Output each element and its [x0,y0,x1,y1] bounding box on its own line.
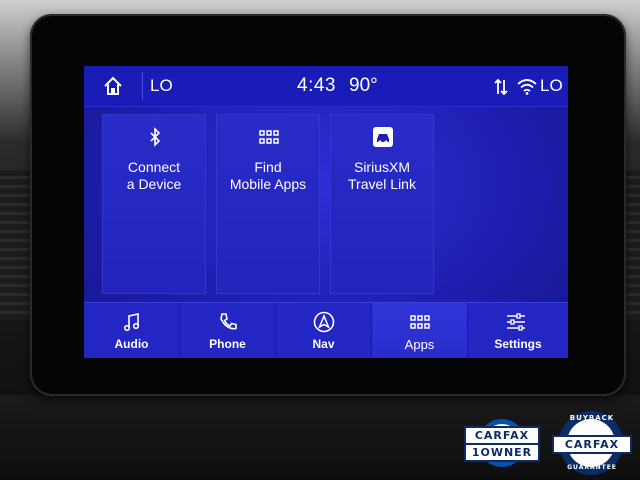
sync-arrows-icon [494,78,508,96]
music-note-icon [123,313,140,332]
apps-grid-icon [259,130,279,144]
nav-label: Apps [404,337,435,352]
home-icon[interactable] [102,75,124,97]
nav-label: Audio [114,337,149,351]
left-air-vent [0,170,34,320]
buyback-label: BUYBACK [569,414,615,422]
navigation-icon [313,311,335,333]
settings-sliders-icon [507,313,525,331]
carfax-wordmark: CARFAX [474,429,530,442]
tile-label: Find Mobile Apps [229,159,307,192]
apps-button[interactable]: Apps [372,303,468,358]
bluetooth-icon [150,127,161,147]
nav-label: Settings [494,337,542,351]
connect-device-tile[interactable]: Connect a Device [102,114,206,294]
dashboard-lower [0,395,640,480]
car-info-icon [373,127,393,147]
guarantee-label: GUARANTEE [567,464,617,471]
carfax-one-owner-badge: CARFAX 1OWNER [462,418,542,468]
apps-grid-icon [410,315,430,329]
carfax-wordmark-box: CARFAX [552,435,632,454]
driver-temp[interactable]: LO [150,76,173,96]
nav-label: Nav [312,337,335,351]
status-bar: LO 4:43 90° LO [84,66,568,107]
infotainment-screen: LO 4:43 90° LO Connect a Device Find Mob… [84,66,568,358]
phone-button[interactable]: Phone [180,303,276,358]
carfax-wordmark: CARFAX [564,438,620,451]
outside-temperature: 90° [349,75,378,96]
settings-button[interactable]: Settings [468,303,568,358]
carfax-buyback-guarantee-seal: BUYBACK CARFAX GUARANTEE [550,410,634,476]
status-divider [142,72,143,100]
audio-button[interactable]: Audio [84,303,180,358]
passenger-temp[interactable]: LO [540,76,563,96]
bottom-nav-bar: Audio Phone Nav Apps Settings [84,302,568,358]
one-owner-box: 1OWNER [464,443,540,462]
tile-label: SiriusXM Travel Link [348,159,416,192]
one-owner-label: 1OWNER [471,446,533,459]
clock: 4:43 [297,75,336,96]
wifi-icon [517,79,537,95]
tile-label: Connect a Device [126,159,182,192]
nav-button[interactable]: Nav [276,303,372,358]
siriusxm-travel-link-tile[interactable]: SiriusXM Travel Link [330,114,434,294]
phone-icon [220,313,237,330]
nav-label: Phone [209,337,246,351]
find-mobile-apps-tile[interactable]: Find Mobile Apps [216,114,320,294]
